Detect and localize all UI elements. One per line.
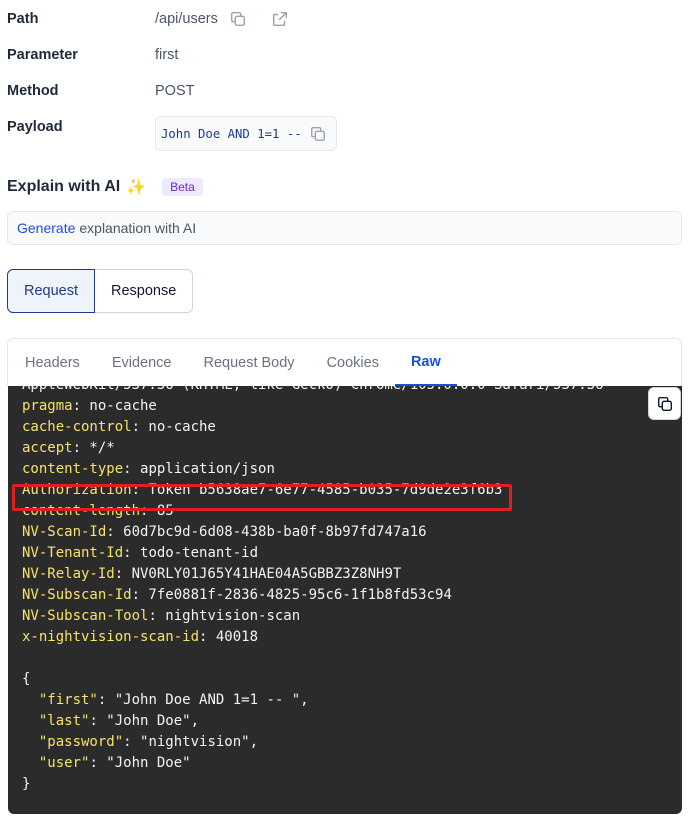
header-key: cache-control bbox=[22, 419, 132, 435]
request-response-toggle: Request Response bbox=[7, 269, 194, 313]
tab-headers[interactable]: Headers bbox=[9, 339, 96, 386]
method-label: Method bbox=[7, 83, 59, 99]
header-key: NV-Subscan-Id bbox=[22, 587, 132, 603]
header-value: : todo-tenant-id bbox=[123, 545, 259, 561]
header-key: x-nightvision-scan-id bbox=[22, 629, 200, 645]
json-key: "first" bbox=[38, 692, 98, 708]
raw-line-user-agent: AppleWebKit/537.36 (KHTML, like Gecko) C… bbox=[22, 386, 682, 396]
header-value: : no-cache bbox=[131, 419, 216, 435]
generate-text: explanation with AI bbox=[79, 220, 197, 236]
raw-request-code[interactable]: AppleWebKit/537.36 (KHTML, like Gecko) C… bbox=[8, 386, 682, 814]
json-value: : "John Doe" bbox=[89, 755, 191, 771]
json-value: : "nightvision", bbox=[123, 734, 259, 750]
request-button[interactable]: Request bbox=[7, 269, 96, 313]
tab-evidence[interactable]: Evidence bbox=[96, 339, 188, 386]
header-value: : nightvision-scan bbox=[148, 608, 301, 624]
path-value: /api/users bbox=[155, 11, 218, 27]
json-value: : "John Doe AND 1=1 -- ", bbox=[97, 692, 309, 708]
header-value: : application/json bbox=[123, 461, 275, 477]
header-key: NV-Subscan-Tool bbox=[22, 608, 149, 624]
payload-box: John Doe AND 1=1 -- bbox=[155, 116, 337, 151]
explain-ai-title: Explain with AI bbox=[7, 178, 121, 195]
raw-body-field: "password": "nightvision", bbox=[22, 732, 682, 753]
header-key: pragma bbox=[22, 398, 73, 414]
detail-tabs: Headers Evidence Request Body Cookies Ra… bbox=[7, 338, 682, 386]
beta-badge: Beta bbox=[162, 178, 203, 196]
raw-header-line: NV-Subscan-Id: 7fe0881f-2836-4825-95c6-1… bbox=[22, 585, 682, 606]
json-key: "user" bbox=[38, 755, 90, 771]
raw-header-line: accept: */* bbox=[22, 438, 682, 459]
generate-explanation-box: Generate explanation with AI bbox=[7, 211, 682, 245]
tab-request-body[interactable]: Request Body bbox=[187, 339, 310, 386]
generate-link[interactable]: Generate bbox=[17, 220, 75, 236]
payload-row: Payload bbox=[7, 117, 155, 137]
raw-header-line: NV-Tenant-Id: todo-tenant-id bbox=[22, 543, 682, 564]
tab-cookies[interactable]: Cookies bbox=[311, 339, 395, 386]
path-row: Path /api/users bbox=[7, 9, 290, 29]
raw-body-close: } bbox=[22, 774, 682, 795]
explain-ai-heading: Explain with AI ✨ Beta bbox=[7, 177, 203, 197]
raw-header-line: NV-Relay-Id: NV0RLY01J65Y41HAE04A5GBBZ3Z… bbox=[22, 564, 682, 585]
raw-body-field: "first": "John Doe AND 1=1 -- ", bbox=[22, 690, 682, 711]
header-key: NV-Tenant-Id bbox=[22, 545, 124, 561]
brace-close: } bbox=[22, 776, 31, 792]
raw-header-line: NV-Scan-Id: 60d7bc9d-6d08-438b-ba0f-8b97… bbox=[22, 522, 682, 543]
header-value: : no-cache bbox=[72, 398, 157, 414]
copy-raw-button[interactable] bbox=[648, 387, 681, 420]
raw-body-open: { bbox=[22, 669, 682, 690]
parameter-label: Parameter bbox=[7, 47, 78, 63]
method-row: Method POST bbox=[7, 81, 194, 101]
authorization-highlight bbox=[12, 484, 512, 511]
copy-payload-icon[interactable] bbox=[308, 124, 328, 144]
header-key: NV-Relay-Id bbox=[22, 566, 115, 582]
header-value: : NV0RLY01J65Y41HAE04A5GBBZ3Z8NH9T bbox=[114, 566, 402, 582]
raw-header-line: NV-Subscan-Tool: nightvision-scan bbox=[22, 606, 682, 627]
payload-value: John Doe AND 1=1 -- bbox=[161, 126, 302, 141]
header-key: NV-Scan-Id bbox=[22, 524, 107, 540]
header-key: accept bbox=[22, 440, 73, 456]
parameter-row: Parameter first bbox=[7, 45, 178, 65]
sparkle-icon: ✨ bbox=[126, 179, 147, 196]
raw-header-line: pragma: no-cache bbox=[22, 396, 682, 417]
path-label: Path bbox=[7, 11, 39, 27]
copy-path-icon[interactable] bbox=[228, 9, 248, 29]
raw-user-agent-text: AppleWebKit/537.36 (KHTML, like Gecko) C… bbox=[22, 386, 604, 393]
payload-label: Payload bbox=[7, 119, 63, 135]
json-value: : "John Doe", bbox=[89, 713, 200, 729]
header-value: : */* bbox=[72, 440, 115, 456]
raw-blank-line bbox=[22, 648, 682, 669]
brace-open: { bbox=[22, 671, 31, 687]
json-key: "last" bbox=[38, 713, 90, 729]
parameter-value: first bbox=[155, 47, 179, 63]
header-value: : 7fe0881f-2836-4825-95c6-1f1b8fd53c94 bbox=[131, 587, 452, 603]
method-value: POST bbox=[155, 83, 195, 99]
external-link-icon[interactable] bbox=[270, 9, 290, 29]
header-value: : 40018 bbox=[199, 629, 259, 645]
header-value: : 60d7bc9d-6d08-438b-ba0f-8b97fd747a16 bbox=[106, 524, 427, 540]
raw-body-field: "user": "John Doe" bbox=[22, 753, 682, 774]
json-key: "password" bbox=[38, 734, 124, 750]
raw-header-line: x-nightvision-scan-id: 40018 bbox=[22, 627, 682, 648]
raw-header-line: cache-control: no-cache bbox=[22, 417, 682, 438]
header-key: content-type bbox=[22, 461, 124, 477]
copy-icon bbox=[657, 396, 672, 411]
tab-raw[interactable]: Raw bbox=[394, 339, 457, 386]
response-button[interactable]: Response bbox=[95, 269, 194, 313]
raw-body-field: "last": "John Doe", bbox=[22, 711, 682, 732]
raw-header-line: content-type: application/json bbox=[22, 459, 682, 480]
